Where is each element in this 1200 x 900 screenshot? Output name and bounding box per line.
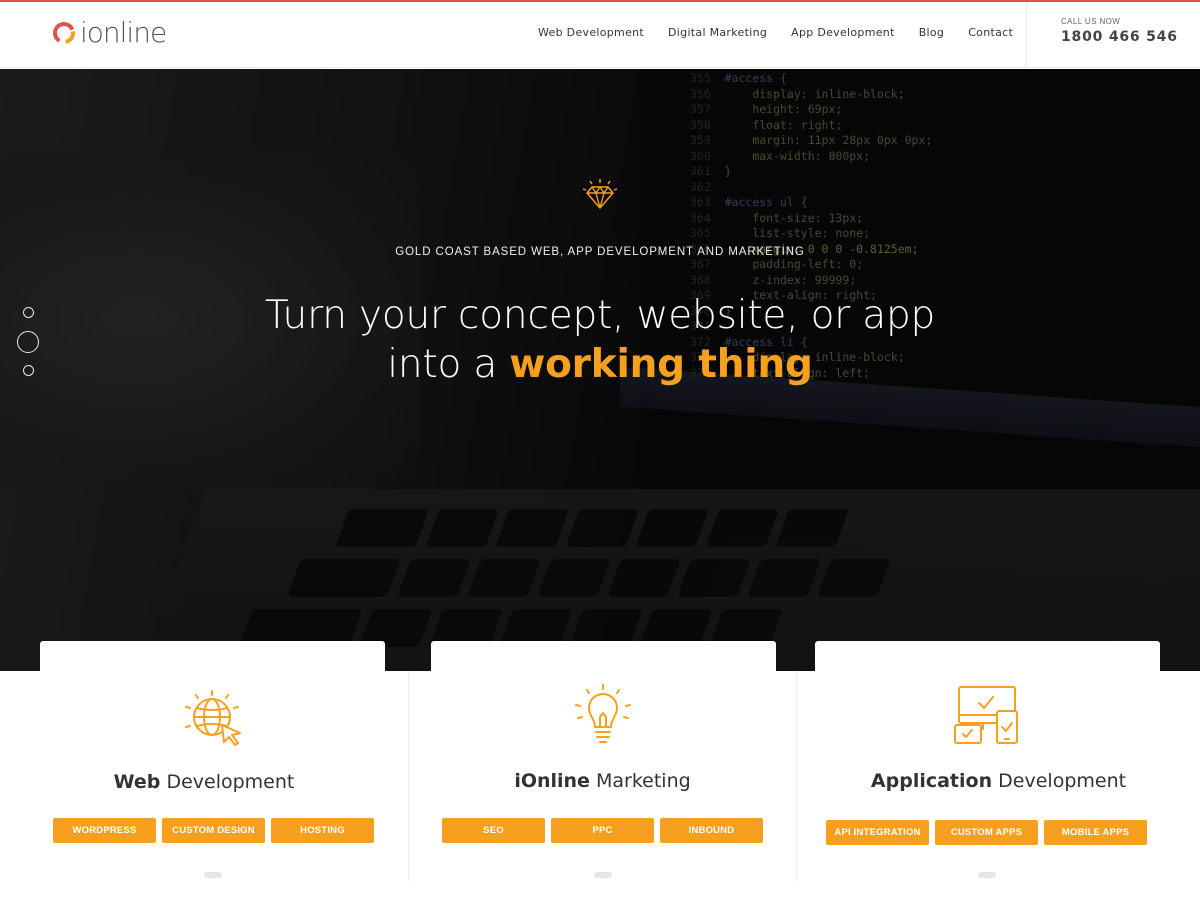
service-card-web-development: Web Development WORDPRESS CUSTOM DESIGN … [0, 671, 408, 881]
hero-headline: Turn your concept, website, or app into … [0, 291, 1200, 389]
card-title-app: Application Development [797, 770, 1200, 792]
main-nav: Web Development Digital Marketing App De… [538, 26, 1037, 39]
card-tab-web [40, 641, 385, 673]
slider-dot-2-active[interactable] [17, 331, 39, 353]
card-title-marketing: iOnline Marketing [409, 770, 796, 792]
headline-accent: working thing [509, 342, 813, 387]
logo[interactable]: ionline [52, 16, 167, 49]
nav-item-web-development[interactable]: Web Development [538, 26, 644, 39]
service-card-marketing: iOnline Marketing SEO PPC INBOUND [409, 671, 796, 881]
tag-mobile-apps[interactable]: MOBILE APPS [1044, 820, 1147, 845]
logo-text: ionline [80, 16, 167, 49]
card-title-bold: Application [870, 770, 993, 792]
call-us: CALL US NOW 1800 466 546 [1061, 17, 1178, 45]
services-section: Web Development WORDPRESS CUSTOM DESIGN … [0, 671, 1200, 900]
nav-item-contact[interactable]: Contact [968, 26, 1013, 39]
card-handle [204, 872, 222, 878]
globe-cursor-icon [185, 690, 241, 746]
card-tab-app [815, 641, 1160, 673]
service-card-app-development: Application Development API INTEGRATION … [797, 671, 1200, 881]
headline-line-2-prefix: into a [387, 342, 510, 387]
headline-line-1: Turn your concept, website, or app [264, 293, 936, 338]
tag-inbound[interactable]: INBOUND [660, 818, 763, 843]
nav-item-digital-marketing[interactable]: Digital Marketing [668, 26, 767, 39]
card-handle [594, 872, 612, 878]
diamond-icon [582, 179, 618, 209]
call-us-label: CALL US NOW [1061, 17, 1121, 26]
tag-group-marketing: SEO PPC INBOUND [442, 818, 769, 843]
logo-icon [53, 21, 75, 44]
tag-custom-apps[interactable]: CUSTOM APPS [935, 820, 1038, 845]
card-title-rest: Marketing [589, 770, 691, 792]
card-title-bold: Web [113, 771, 161, 793]
lightbulb-icon [575, 684, 631, 743]
card-handle [978, 872, 996, 878]
card-tab-marketing [431, 641, 776, 673]
tag-api-integration[interactable]: API INTEGRATION [826, 820, 929, 845]
card-title-web: Web Development [0, 771, 408, 793]
tag-group-app: API INTEGRATION CUSTOM APPS MOBILE APPS [826, 820, 1153, 845]
nav-item-app-development[interactable]: App Development [791, 26, 895, 39]
header-divider [1026, 2, 1027, 68]
tag-wordpress[interactable]: WORDPRESS [53, 818, 156, 843]
site-header: ionline Web Development Digital Marketin… [0, 2, 1200, 68]
card-title-bold: iOnline [514, 770, 590, 792]
tag-hosting[interactable]: HOSTING [271, 818, 374, 843]
hero-tagline: GOLD COAST BASED WEB, APP DEVELOPMENT AN… [395, 246, 805, 258]
tag-custom-design[interactable]: CUSTOM DESIGN [162, 818, 265, 843]
hero-banner: 355 #access {356 display: inline-block; 3… [0, 69, 1200, 671]
slider-dot-3[interactable] [23, 365, 34, 376]
tag-group-web: WORDPRESS CUSTOM DESIGN HOSTING [53, 818, 380, 843]
tag-seo[interactable]: SEO [442, 818, 545, 843]
slider-dot-1[interactable] [23, 307, 34, 318]
phone-number[interactable]: 1800 466 546 [1061, 29, 1178, 45]
devices-icon [954, 686, 1018, 744]
tag-ppc[interactable]: PPC [551, 818, 654, 843]
nav-item-blog[interactable]: Blog [919, 26, 945, 39]
card-title-rest: Development [992, 770, 1127, 792]
card-title-rest: Development [160, 771, 295, 793]
